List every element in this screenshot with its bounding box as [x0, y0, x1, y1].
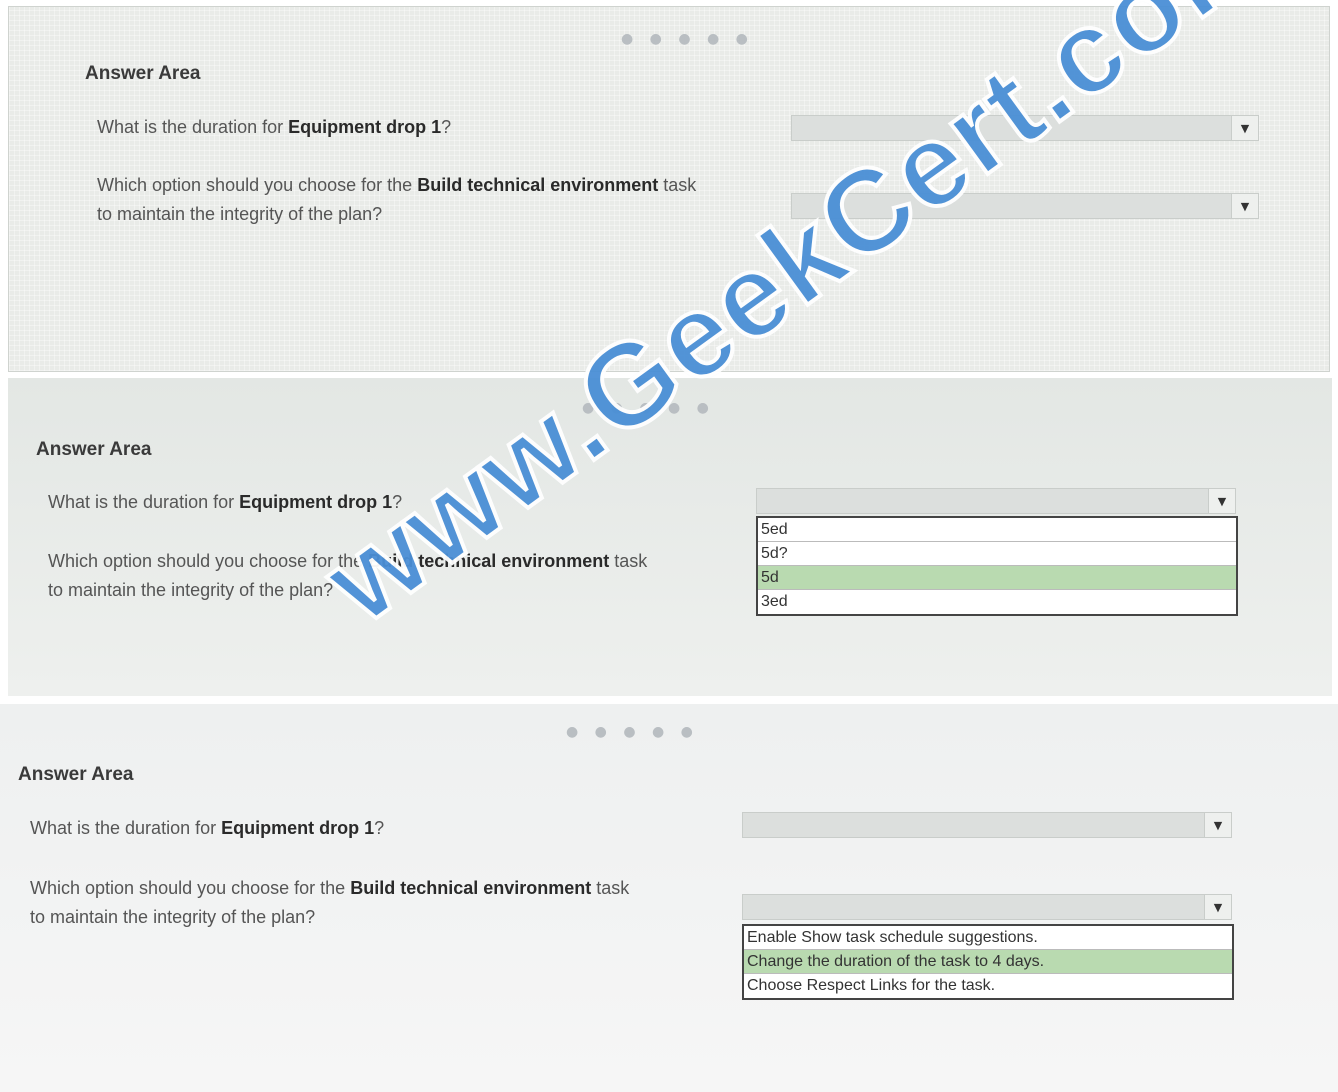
dropdown-option[interactable]: Enable Show task schedule suggestions. [744, 926, 1232, 950]
question-build-option: Which option should you choose for the B… [30, 878, 630, 927]
duration-select[interactable]: ▼ [791, 115, 1259, 141]
progress-dots: ● ● ● ● ● [582, 400, 715, 416]
question-build-option: Which option should you choose for the B… [48, 551, 648, 600]
answer-area-heading: Answer Area [85, 63, 201, 84]
chevron-down-icon[interactable]: ▼ [1231, 116, 1258, 140]
duration-select[interactable]: ▼ [742, 812, 1232, 838]
build-option-select[interactable]: ▼ [791, 193, 1259, 219]
answer-area-heading: Answer Area [18, 764, 134, 785]
dropdown-option[interactable]: 3ed [758, 590, 1236, 614]
chevron-down-icon[interactable]: ▼ [1204, 895, 1231, 919]
answer-area-heading: Answer Area [36, 439, 152, 460]
answer-panel-3: ● ● ● ● ● Answer Area What is the durati… [0, 704, 1338, 1092]
dropdown-option[interactable]: 5ed [758, 518, 1236, 542]
chevron-down-icon[interactable]: ▼ [1208, 489, 1235, 513]
question-duration: What is the duration for Equipment drop … [30, 818, 385, 838]
answer-panel-1: ● ● ● ● ● Answer Area What is the durati… [8, 6, 1330, 372]
chevron-down-icon[interactable]: ▼ [1204, 813, 1231, 837]
dropdown-option-selected[interactable]: Change the duration of the task to 4 day… [744, 950, 1232, 974]
dropdown-option-selected[interactable]: 5d [758, 566, 1236, 590]
question-build-option: Which option should you choose for the B… [97, 175, 697, 224]
question-duration: What is the duration for Equipment drop … [48, 492, 403, 512]
duration-dropdown-list: 5ed 5d? 5d 3ed [756, 516, 1238, 616]
progress-dots: ● ● ● ● ● [621, 31, 754, 47]
dropdown-option[interactable]: Choose Respect Links for the task. [744, 974, 1232, 998]
question-duration: What is the duration for Equipment drop … [97, 117, 452, 137]
duration-select[interactable]: ▼ [756, 488, 1236, 514]
answer-panel-2: ● ● ● ● ● Answer Area What is the durati… [8, 378, 1332, 696]
chevron-down-icon[interactable]: ▼ [1231, 194, 1258, 218]
build-option-dropdown-list: Enable Show task schedule suggestions. C… [742, 924, 1234, 1000]
build-option-select[interactable]: ▼ [742, 894, 1232, 920]
progress-dots: ● ● ● ● ● [566, 724, 699, 740]
dropdown-option[interactable]: 5d? [758, 542, 1236, 566]
